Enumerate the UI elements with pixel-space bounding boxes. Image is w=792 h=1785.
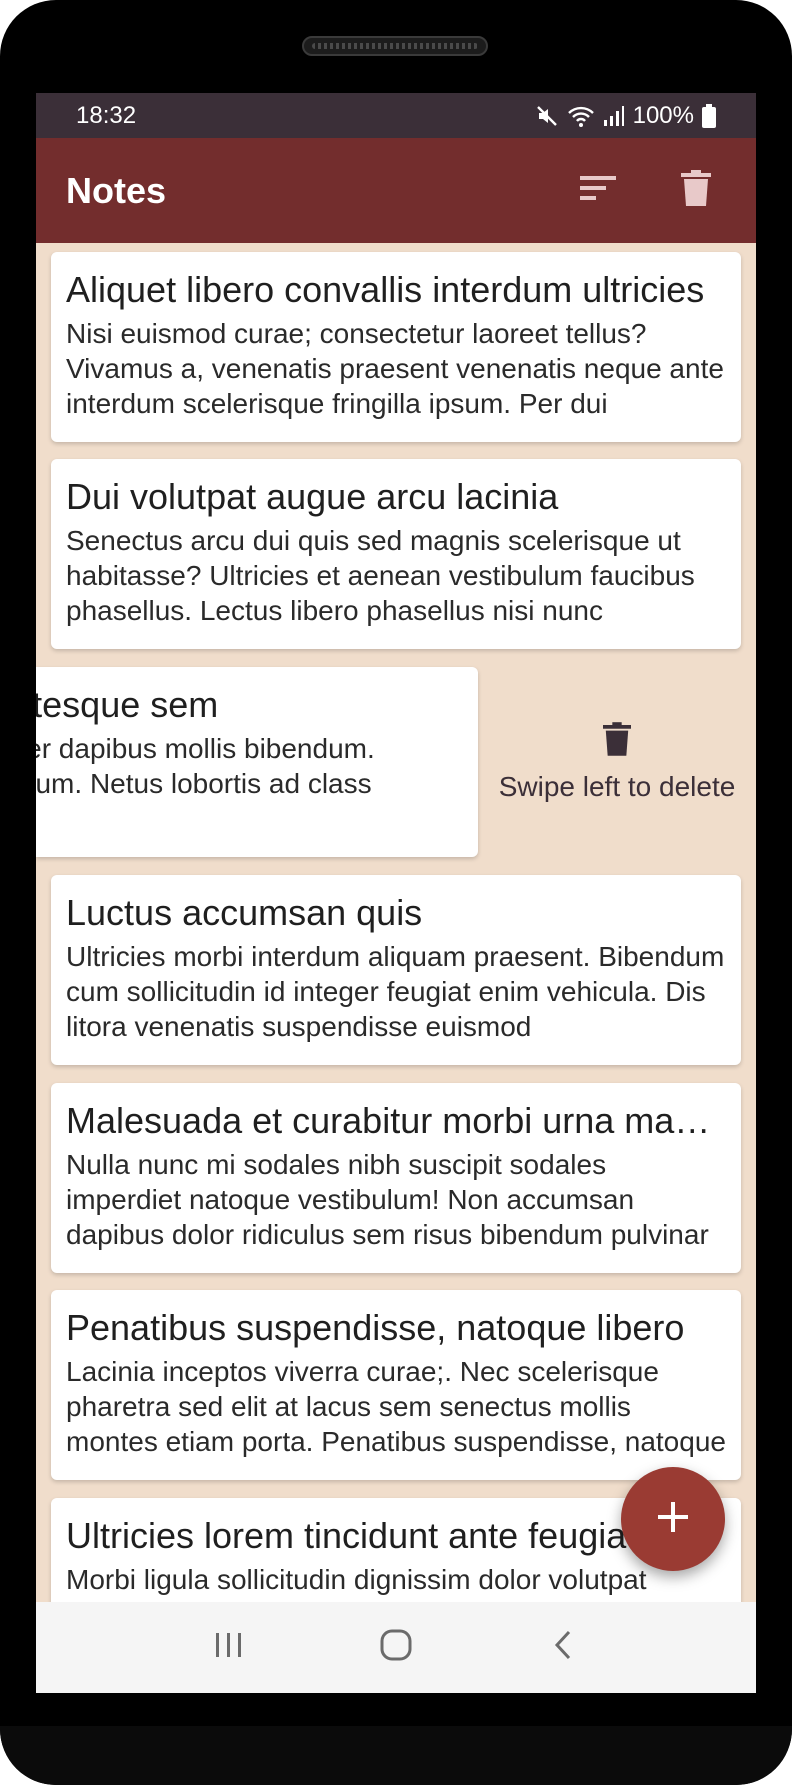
plus-icon: [658, 1501, 688, 1537]
delete-all-button[interactable]: [666, 161, 726, 221]
back-icon: [553, 1630, 573, 1665]
home-icon: [380, 1629, 412, 1666]
status-icons: 100%: [535, 102, 716, 130]
sort-button[interactable]: [568, 161, 628, 221]
note-body: Nisi euismod curae; consectetur laoreet …: [66, 318, 724, 419]
app-bar: Notes: [36, 138, 756, 243]
note-title: Aliquet libero convallis interdum ultric…: [66, 269, 705, 310]
back-button[interactable]: [528, 1613, 598, 1683]
signal-icon: [603, 105, 625, 127]
wifi-icon: [567, 104, 595, 128]
note-body: Lacinia inceptos viverra curae;. Nec sce…: [66, 1356, 726, 1457]
note-card[interactable]: Malesuada et curabitur morbi urna mauris…: [51, 1083, 741, 1273]
note-card[interactable]: Luctus accumsan quis Ultricies morbi int…: [51, 875, 741, 1065]
home-button[interactable]: [361, 1613, 431, 1683]
status-time: 18:32: [76, 101, 137, 129]
note-body: Posuere tempus. Per dapibus mollis biben…: [36, 733, 375, 799]
bottom-bezel: [0, 1726, 792, 1785]
note-title: Malesuada et curabitur morbi urna mauris: [66, 1100, 726, 1141]
trash-icon: [603, 721, 631, 761]
note-card[interactable]: Aliquet libero convallis interdum ultric…: [51, 252, 741, 442]
battery-percent: 100%: [632, 101, 694, 129]
swipe-hint-label: Swipe left to delete: [498, 770, 736, 802]
note-body: Senectus arcu dui quis sed magnis sceler…: [66, 525, 695, 626]
battery-icon: [702, 103, 716, 128]
note-body: Morbi ligula sollicitudin dignissim dolo…: [66, 1564, 647, 1595]
note-title: Pharetra pellentesque sem: [36, 684, 219, 725]
page-title: Notes: [66, 169, 167, 211]
note-body: Nulla nunc mi sodales nibh suscipit soda…: [66, 1149, 709, 1250]
note-title: Luctus accumsan quis: [66, 892, 423, 933]
note-body: Ultricies morbi interdum aliquam praesen…: [66, 941, 725, 1042]
phone-frame: 18:32 100% Notes Aliquet libero convalli…: [0, 0, 792, 1785]
note-title: Penatibus suspendisse, natoque libero: [66, 1307, 685, 1348]
earpiece-speaker: [302, 36, 488, 56]
sort-icon: [580, 174, 616, 207]
swipe-delete-hint: Swipe left to delete: [478, 667, 756, 857]
note-card[interactable]: Penatibus suspendisse, natoque libero La…: [51, 1290, 741, 1480]
recents-button[interactable]: [194, 1613, 264, 1683]
recents-icon: [214, 1631, 244, 1664]
add-note-button[interactable]: [621, 1467, 725, 1571]
mute-icon: [535, 104, 559, 128]
screen: 18:32 100% Notes Aliquet libero convalli…: [36, 93, 756, 1693]
system-nav-bar: [36, 1602, 756, 1693]
trash-icon: [681, 170, 711, 211]
status-bar: 18:32 100%: [36, 93, 756, 138]
note-title: Dui volutpat augue arcu lacinia: [66, 476, 559, 517]
note-card-swiped[interactable]: Pharetra pellentesque sem Posuere tempus…: [36, 667, 478, 857]
note-card[interactable]: Dui volutpat augue arcu lacinia Senectus…: [51, 459, 741, 649]
